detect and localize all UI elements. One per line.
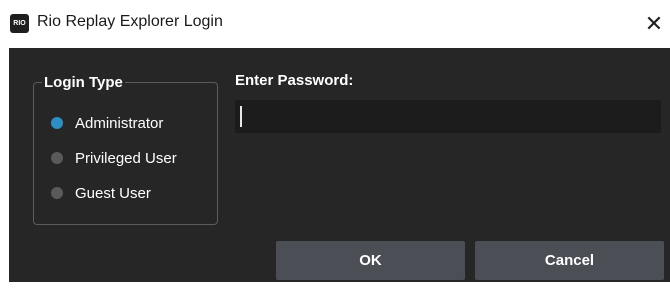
radio-label-administrator: Administrator (75, 114, 164, 132)
radio-label-privileged-user: Privileged User (75, 149, 177, 167)
radio-privileged-user[interactable]: Privileged User (51, 147, 177, 169)
password-label: Enter Password: (235, 72, 354, 89)
password-field[interactable] (235, 100, 661, 133)
ok-button[interactable]: OK (276, 241, 465, 280)
title-bar: RIO Rio Replay Explorer Login ✕ (0, 0, 670, 48)
text-cursor (240, 106, 242, 127)
radio-checked-icon (51, 117, 63, 129)
radio-unchecked-icon (51, 187, 63, 199)
dialog-body: Login Type Administrator Privileged User… (9, 48, 670, 282)
login-type-legend: Login Type (42, 74, 125, 92)
close-button[interactable]: ✕ (640, 8, 668, 40)
radio-unchecked-icon (51, 152, 63, 164)
radio-label-guest-user: Guest User (75, 184, 151, 202)
radio-administrator[interactable]: Administrator (51, 112, 163, 134)
radio-guest-user[interactable]: Guest User (51, 182, 151, 204)
app-logo-icon: RIO (10, 14, 29, 33)
window-title: Rio Replay Explorer Login (37, 13, 223, 30)
cancel-button[interactable]: Cancel (475, 241, 664, 280)
login-dialog: RIO Rio Replay Explorer Login ✕ Login Ty… (0, 0, 670, 292)
